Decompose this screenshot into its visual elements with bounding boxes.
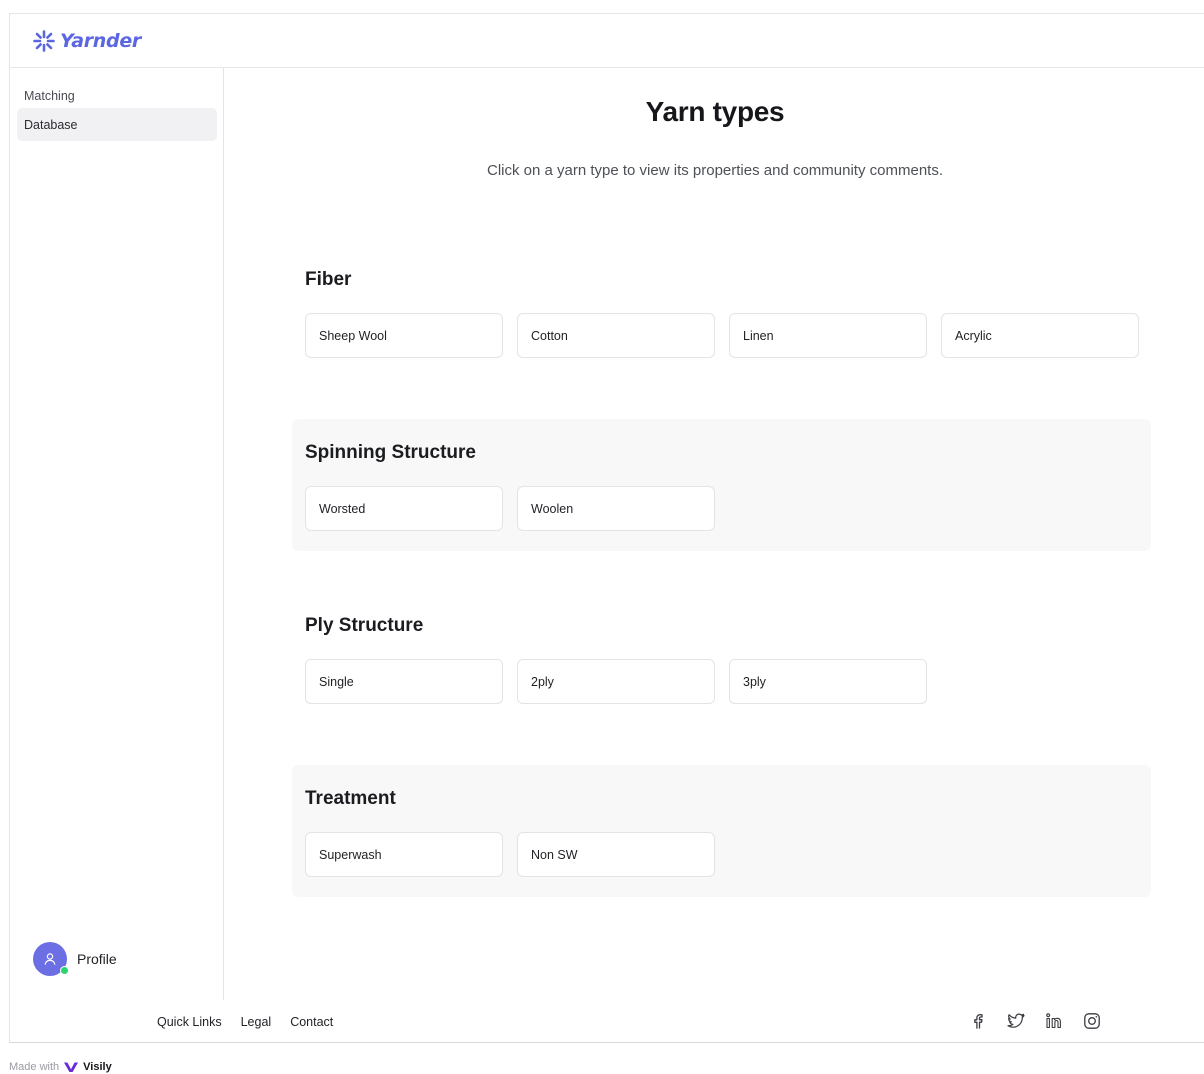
- linkedin-icon[interactable]: [1044, 1011, 1064, 1031]
- section-title: Fiber: [305, 269, 352, 290]
- yarn-card-linen[interactable]: Linen: [729, 313, 927, 358]
- app-frame: Yarnder Matching Database Profile Yarn t…: [9, 13, 1204, 1043]
- page-subtitle: Click on a yarn type to view its propert…: [486, 162, 943, 179]
- footer-link-contact[interactable]: Contact: [290, 1015, 333, 1029]
- section-title: Ply Structure: [305, 615, 424, 636]
- made-with-visily-watermark[interactable]: Made with Visily: [9, 1061, 112, 1073]
- yarn-card-worsted[interactable]: Worsted: [305, 486, 503, 531]
- online-status-dot: [60, 966, 69, 975]
- sidebar: Matching Database Profile: [10, 68, 224, 1000]
- card-list: Single 2ply 3ply: [305, 659, 927, 704]
- profile-button[interactable]: Profile: [33, 942, 117, 976]
- yarn-card-single[interactable]: Single: [305, 659, 503, 704]
- yarn-card-sheep-wool[interactable]: Sheep Wool: [305, 313, 503, 358]
- profile-label: Profile: [77, 951, 117, 967]
- footer: Quick Links Legal Contact: [10, 1000, 1204, 1044]
- section-title: Treatment: [305, 788, 396, 809]
- section-fiber: Fiber Sheep Wool Cotton Linen Acrylic: [292, 246, 1151, 378]
- section-spinning-structure: Spinning Structure Worsted Woolen: [292, 419, 1151, 551]
- yarn-card-woolen[interactable]: Woolen: [517, 486, 715, 531]
- twitter-icon[interactable]: [1006, 1011, 1026, 1031]
- top-bar: Yarnder: [10, 14, 1204, 68]
- avatar: [33, 942, 69, 976]
- section-ply-structure: Ply Structure Single 2ply 3ply: [292, 592, 1151, 724]
- user-icon: [44, 953, 56, 965]
- main-content: Yarn types Click on a yarn type to view …: [225, 68, 1204, 1000]
- footer-link-quick-links[interactable]: Quick Links: [157, 1015, 222, 1029]
- card-list: Worsted Woolen: [305, 486, 715, 531]
- section-title: Spinning Structure: [305, 442, 476, 463]
- card-list: Sheep Wool Cotton Linen Acrylic: [305, 313, 1139, 358]
- visily-logo-icon: [64, 1062, 79, 1072]
- yarn-card-non-sw[interactable]: Non SW: [517, 832, 715, 877]
- yarn-card-cotton[interactable]: Cotton: [517, 313, 715, 358]
- yarn-card-acrylic[interactable]: Acrylic: [941, 313, 1139, 358]
- section-treatment: Treatment Superwash Non SW: [292, 765, 1151, 897]
- page-title: Yarn types: [645, 96, 785, 127]
- asterisk-logo-icon: [33, 29, 55, 52]
- watermark-prefix: Made with: [9, 1061, 60, 1073]
- watermark-name: Visily: [83, 1061, 112, 1073]
- footer-link-legal[interactable]: Legal: [241, 1015, 272, 1029]
- brand-name: Yarnder: [60, 29, 141, 52]
- footer-links: Quick Links Legal Contact: [157, 1000, 333, 1044]
- sidebar-item-database[interactable]: Database: [17, 108, 217, 141]
- facebook-icon[interactable]: [968, 1011, 988, 1031]
- brand-logo[interactable]: Yarnder: [32, 29, 141, 53]
- social-links: [968, 1011, 1102, 1031]
- yarn-card-3ply[interactable]: 3ply: [729, 659, 927, 704]
- card-list: Superwash Non SW: [305, 832, 715, 877]
- yarn-card-2ply[interactable]: 2ply: [517, 659, 715, 704]
- yarn-card-superwash[interactable]: Superwash: [305, 832, 503, 877]
- instagram-icon[interactable]: [1082, 1011, 1102, 1031]
